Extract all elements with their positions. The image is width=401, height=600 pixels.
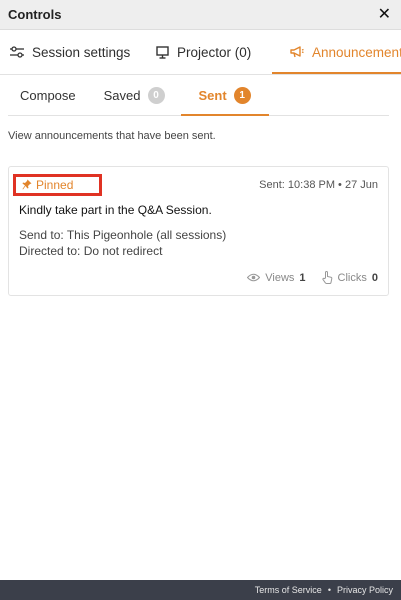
- tab-saved-label: Saved: [103, 87, 141, 103]
- directed-to-text: Directed to: Do not redirect: [19, 244, 163, 258]
- footer: Terms of Service • Privacy Policy: [0, 580, 401, 600]
- tab-announcement[interactable]: Announcement: [272, 30, 401, 74]
- views-label: Views: [265, 271, 295, 284]
- main-tabs: Session settings Projector (0) Announcem…: [0, 30, 401, 75]
- clicks-stat: Clicks 0: [321, 271, 378, 284]
- hand-pointer-icon: [321, 271, 332, 284]
- megaphone-icon: [290, 46, 304, 58]
- pin-icon: [22, 179, 32, 190]
- tab-session-settings-label: Session settings: [32, 44, 131, 60]
- tab-compose-label: Compose: [20, 87, 76, 103]
- terms-of-service-link[interactable]: Terms of Service: [255, 585, 322, 595]
- footer-separator: •: [327, 585, 331, 595]
- close-icon[interactable]: ✕: [378, 6, 391, 23]
- clicks-count: 0: [371, 271, 378, 284]
- announcement-message: Kindly take part in the Q&A Session.: [19, 203, 212, 217]
- sent-count-badge: 1: [233, 86, 251, 104]
- controls-header: Controls ✕: [0, 0, 401, 30]
- clicks-label: Clicks: [337, 271, 367, 284]
- announcement-stats: Views 1 Clicks 0: [247, 271, 378, 284]
- privacy-policy-link[interactable]: Privacy Policy: [337, 585, 393, 595]
- views-count: 1: [299, 271, 306, 284]
- sliders-icon: [10, 46, 24, 58]
- saved-count-badge: 0: [147, 86, 165, 104]
- tab-sent[interactable]: Sent 1: [180, 75, 269, 116]
- tab-session-settings[interactable]: Session settings: [0, 30, 138, 74]
- announcement-sub-tabs: Compose Saved 0 Sent 1: [8, 75, 389, 116]
- tab-announcement-label: Announcement: [312, 44, 401, 60]
- monitor-icon: [156, 45, 169, 59]
- pinned-label: Pinned: [36, 177, 74, 192]
- tab-saved[interactable]: Saved 0: [88, 75, 181, 115]
- views-stat: Views 1: [247, 271, 306, 284]
- tab-projector[interactable]: Projector (0): [138, 30, 272, 74]
- tab-compose[interactable]: Compose: [8, 75, 88, 115]
- pinned-badge[interactable]: Pinned: [13, 173, 103, 196]
- eye-icon: [247, 273, 261, 282]
- announcement-meta: Send to: This Pigeonhole (all sessions) …: [19, 227, 378, 259]
- send-to-text: Send to: This Pigeonhole (all sessions): [19, 228, 227, 242]
- tab-sent-label: Sent: [198, 87, 227, 103]
- sent-timestamp: Sent: 10:38 PM • 27 Jun: [259, 179, 378, 191]
- tab-projector-label: Projector (0): [177, 44, 252, 60]
- announcement-card[interactable]: Pinned Sent: 10:38 PM • 27 Jun Kindly ta…: [8, 166, 389, 296]
- controls-title: Controls: [8, 7, 62, 22]
- sent-description: View announcements that have been sent.: [8, 130, 216, 142]
